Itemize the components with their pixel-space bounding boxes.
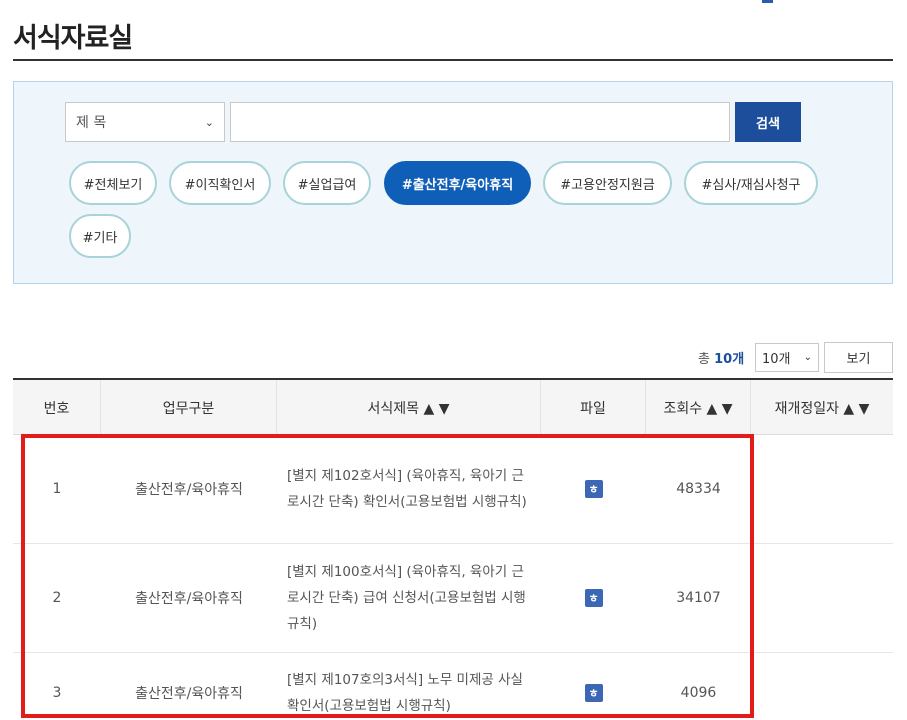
- row-file: ㅎ: [541, 435, 646, 543]
- tag-employment-stability-subsidy[interactable]: #고용안정지원금: [543, 161, 672, 205]
- row-file: ㅎ: [541, 544, 646, 652]
- row-file: ㅎ: [541, 653, 646, 720]
- total-count: 총 10개: [698, 348, 744, 367]
- tag-review-re-review-request[interactable]: #심사/재심사청구: [684, 161, 818, 205]
- chevron-down-icon: ⌄: [803, 352, 812, 363]
- row-views: 4096: [680, 685, 717, 701]
- top-edge-mark: [762, 0, 773, 3]
- row-category: 출산전후/육아휴직: [135, 482, 243, 498]
- header-file: 파일: [541, 380, 646, 435]
- search-input[interactable]: [230, 102, 730, 142]
- row-title-link[interactable]: [별지 제107호의3서식] 노무 미제공 사실 확인서(고용보험법 시행규칙): [277, 653, 541, 720]
- row-number: 2: [52, 590, 62, 606]
- tag-all[interactable]: #전체보기: [69, 161, 157, 205]
- hwp-file-icon[interactable]: ㅎ: [584, 684, 603, 702]
- row-date: [751, 435, 893, 543]
- title-divider: [13, 59, 893, 61]
- table-header: 번호 업무구분 서식제목 ▲ ▼ 파일 조회수 ▲ ▼ 재개정일자 ▲ ▼: [13, 378, 893, 435]
- search-panel: 제 목 ⌄ 검색 #전체보기 #이직확인서 #실업급여 #출산전후/육아휴직 #…: [13, 81, 893, 284]
- row-date: [751, 544, 893, 652]
- total-prefix: 총: [698, 352, 710, 367]
- tag-unemployment-benefit[interactable]: #실업급여: [283, 161, 371, 205]
- total-count-value: 10개: [714, 352, 745, 367]
- search-button[interactable]: 검색: [735, 102, 801, 142]
- row-date: [751, 653, 893, 720]
- row-number: 3: [52, 685, 62, 701]
- hwp-file-icon[interactable]: ㅎ: [584, 589, 603, 607]
- tag-maternity-parental-leave[interactable]: #출산전후/육아휴직: [384, 161, 531, 205]
- hwp-file-icon[interactable]: ㅎ: [584, 480, 603, 498]
- tag-other[interactable]: #기타: [69, 214, 131, 258]
- header-views[interactable]: 조회수 ▲ ▼: [646, 380, 751, 435]
- chevron-down-icon: ⌄: [204, 115, 214, 129]
- row-views: 48334: [676, 481, 721, 497]
- table-row: 1 출산전후/육아휴직 [별지 제102호서식] (육아휴직, 육아기 근로시간…: [13, 435, 893, 544]
- header-form-title[interactable]: 서식제목 ▲ ▼: [277, 380, 541, 435]
- header-category: 업무구분: [101, 380, 277, 435]
- row-category: 출산전후/육아휴직: [135, 591, 243, 607]
- per-page-select[interactable]: 10개 ⌄: [755, 343, 819, 372]
- table-row: 3 출산전후/육아휴직 [별지 제107호의3서식] 노무 미제공 사실 확인서…: [13, 653, 893, 720]
- row-title-link[interactable]: [별지 제102호서식] (육아휴직, 육아기 근로시간 단축) 확인서(고용보…: [277, 435, 541, 543]
- row-views: 34107: [676, 590, 721, 606]
- row-title-link[interactable]: [별지 제100호서식] (육아휴직, 육아기 근로시간 단축) 급여 신청서(…: [277, 544, 541, 652]
- row-category: 출산전후/육아휴직: [135, 686, 243, 702]
- page-title: 서식자료실: [13, 23, 133, 54]
- tag-separation-confirmation[interactable]: #이직확인서: [169, 161, 271, 205]
- per-page-value: 10개: [762, 352, 791, 367]
- search-field-select[interactable]: 제 목 ⌄: [65, 102, 225, 142]
- header-number: 번호: [13, 380, 101, 435]
- row-number: 1: [52, 481, 62, 497]
- table-row: 2 출산전후/육아휴직 [별지 제100호서식] (육아휴직, 육아기 근로시간…: [13, 544, 893, 653]
- view-button[interactable]: 보기: [824, 342, 893, 373]
- header-revision-date[interactable]: 재개정일자 ▲ ▼: [751, 380, 893, 435]
- search-field-value: 제 목: [76, 115, 107, 131]
